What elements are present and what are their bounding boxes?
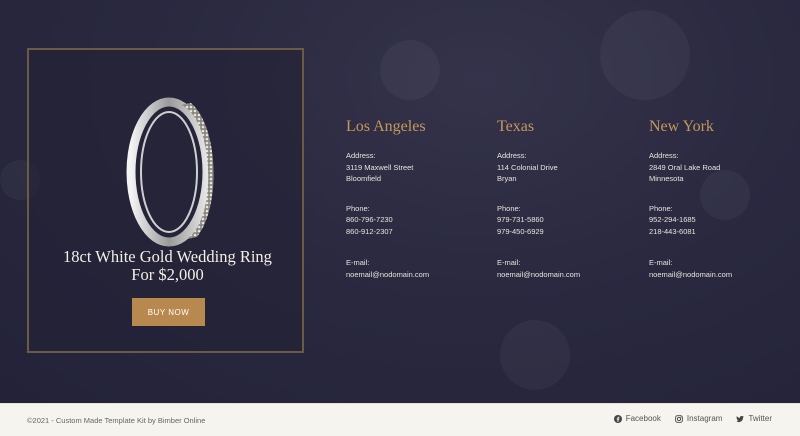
address-line1: 114 Colonial Drive	[497, 162, 558, 172]
location-city: Los Angeles	[346, 118, 426, 135]
phone-number[interactable]: 860-912-2307	[346, 226, 486, 238]
address-label: Address:	[497, 151, 527, 160]
phone-number[interactable]: 979-450-6929	[497, 226, 637, 238]
instagram-icon	[675, 414, 683, 423]
product-title-line2: For $2,000	[131, 265, 204, 284]
instagram-link[interactable]: Instagram	[675, 414, 723, 423]
email-label: E-mail:	[649, 258, 673, 267]
phone-number[interactable]: 860-796-7230	[346, 214, 486, 226]
location-texas: Texas Address: 114 Colonial Drive Bryan …	[497, 118, 637, 280]
product-card: 18ct White Gold Wedding Ring For $2,000 …	[27, 48, 304, 353]
hero-section: 18ct White Gold Wedding Ring For $2,000 …	[0, 0, 800, 403]
twitter-icon	[736, 415, 745, 422]
twitter-link[interactable]: Twitter	[736, 414, 772, 423]
email-label: E-mail:	[497, 258, 521, 267]
product-title: 18ct White Gold Wedding Ring For $2,000	[29, 248, 306, 284]
email-link[interactable]: noemail@nodomain.com	[649, 269, 789, 281]
email-link[interactable]: noemail@nodomain.com	[497, 269, 637, 281]
address-line1: 2849 Oral Lake Road	[649, 162, 721, 172]
phone-number[interactable]: 979-731-5860	[497, 214, 637, 226]
facebook-link[interactable]: Facebook	[613, 414, 661, 423]
phone-label: Phone:	[346, 203, 370, 213]
ring-image	[121, 97, 217, 247]
location-city: Texas	[497, 118, 535, 135]
location-los-angeles: Los Angeles Address: 3119 Maxwell Street…	[346, 118, 486, 280]
twitter-label: Twitter	[748, 414, 772, 423]
address-line2: Minnesota	[649, 174, 684, 183]
footer: ©2021 - Custom Made Template Kit by Bimb…	[0, 403, 800, 436]
address-line2: Bloomfield	[346, 174, 382, 183]
copyright-text: ©2021 - Custom Made Template Kit by Bimb…	[27, 416, 206, 425]
social-links: Facebook Instagram Twitter	[613, 414, 772, 423]
address-label: Address:	[346, 151, 376, 160]
phone-number[interactable]: 952-294-1685	[649, 214, 789, 226]
phone-label: Phone:	[649, 203, 673, 213]
product-title-line1: 18ct White Gold Wedding Ring	[63, 247, 272, 266]
facebook-label: Facebook	[625, 414, 661, 423]
address-line2: Bryan	[497, 174, 517, 183]
phone-label: Phone:	[497, 203, 521, 213]
location-city: New York	[649, 118, 714, 135]
bokeh-decoration	[380, 40, 440, 100]
email-link[interactable]: noemail@nodomain.com	[346, 269, 486, 281]
address-line1: 3119 Maxwell Street	[346, 162, 414, 172]
email-label: E-mail:	[346, 258, 370, 267]
bokeh-decoration	[600, 10, 690, 100]
phone-number[interactable]: 218-443-6081	[649, 226, 789, 238]
facebook-icon	[613, 414, 622, 423]
location-new-york: New York Address: 2849 Oral Lake Road Mi…	[649, 118, 789, 280]
instagram-label: Instagram	[686, 414, 723, 423]
buy-now-button[interactable]: BUY NOW	[132, 298, 205, 326]
address-label: Address:	[649, 151, 679, 160]
bokeh-decoration	[500, 320, 570, 390]
